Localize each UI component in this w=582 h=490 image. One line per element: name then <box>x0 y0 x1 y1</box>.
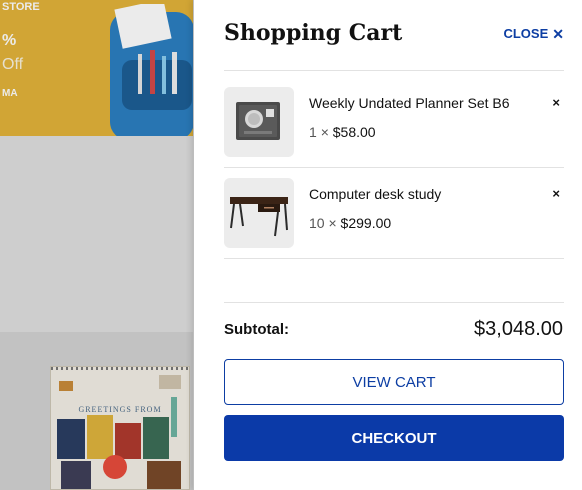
remove-item-button[interactable]: × <box>552 95 560 110</box>
times-sign: × <box>320 124 329 140</box>
item-quantity-price: 1 × $58.00 <box>309 124 376 140</box>
desk-image[interactable] <box>224 178 294 248</box>
view-cart-button[interactable]: VIEW CART <box>224 359 564 405</box>
item-price: $299.00 <box>340 215 392 231</box>
divider <box>224 258 564 259</box>
item-quantity-price: 10 × $299.00 <box>309 215 391 231</box>
divider <box>224 302 564 303</box>
close-icon: ✕ <box>552 25 564 42</box>
close-label: CLOSE <box>503 26 549 41</box>
item-quantity: 10 <box>309 215 325 231</box>
item-name[interactable]: Weekly Undated Planner Set B6 <box>309 95 510 111</box>
checkout-button[interactable]: CHECKOUT <box>224 415 564 461</box>
cart-drawer: Shopping Cart CLOSE ✕ Weekly Undated Pla… <box>193 0 582 490</box>
dim-overlay[interactable] <box>0 0 193 490</box>
cart-item: Computer desk study 10 × $299.00 × <box>224 178 564 248</box>
cart-item: Weekly Undated Planner Set B6 1 × $58.00… <box>224 87 564 157</box>
remove-item-button[interactable]: × <box>552 186 560 201</box>
close-button[interactable]: CLOSE ✕ <box>503 26 564 41</box>
times-sign: × <box>328 215 337 231</box>
subtotal-value: $3,048.00 <box>474 318 563 340</box>
item-name[interactable]: Computer desk study <box>309 186 441 202</box>
item-quantity: 1 <box>309 124 317 140</box>
divider <box>224 167 564 168</box>
subtotal-label: Subtotal: <box>224 321 289 338</box>
item-price: $58.00 <box>332 124 376 140</box>
planner-image[interactable] <box>224 87 294 157</box>
cart-title: Shopping Cart <box>224 20 403 46</box>
divider <box>224 70 564 71</box>
